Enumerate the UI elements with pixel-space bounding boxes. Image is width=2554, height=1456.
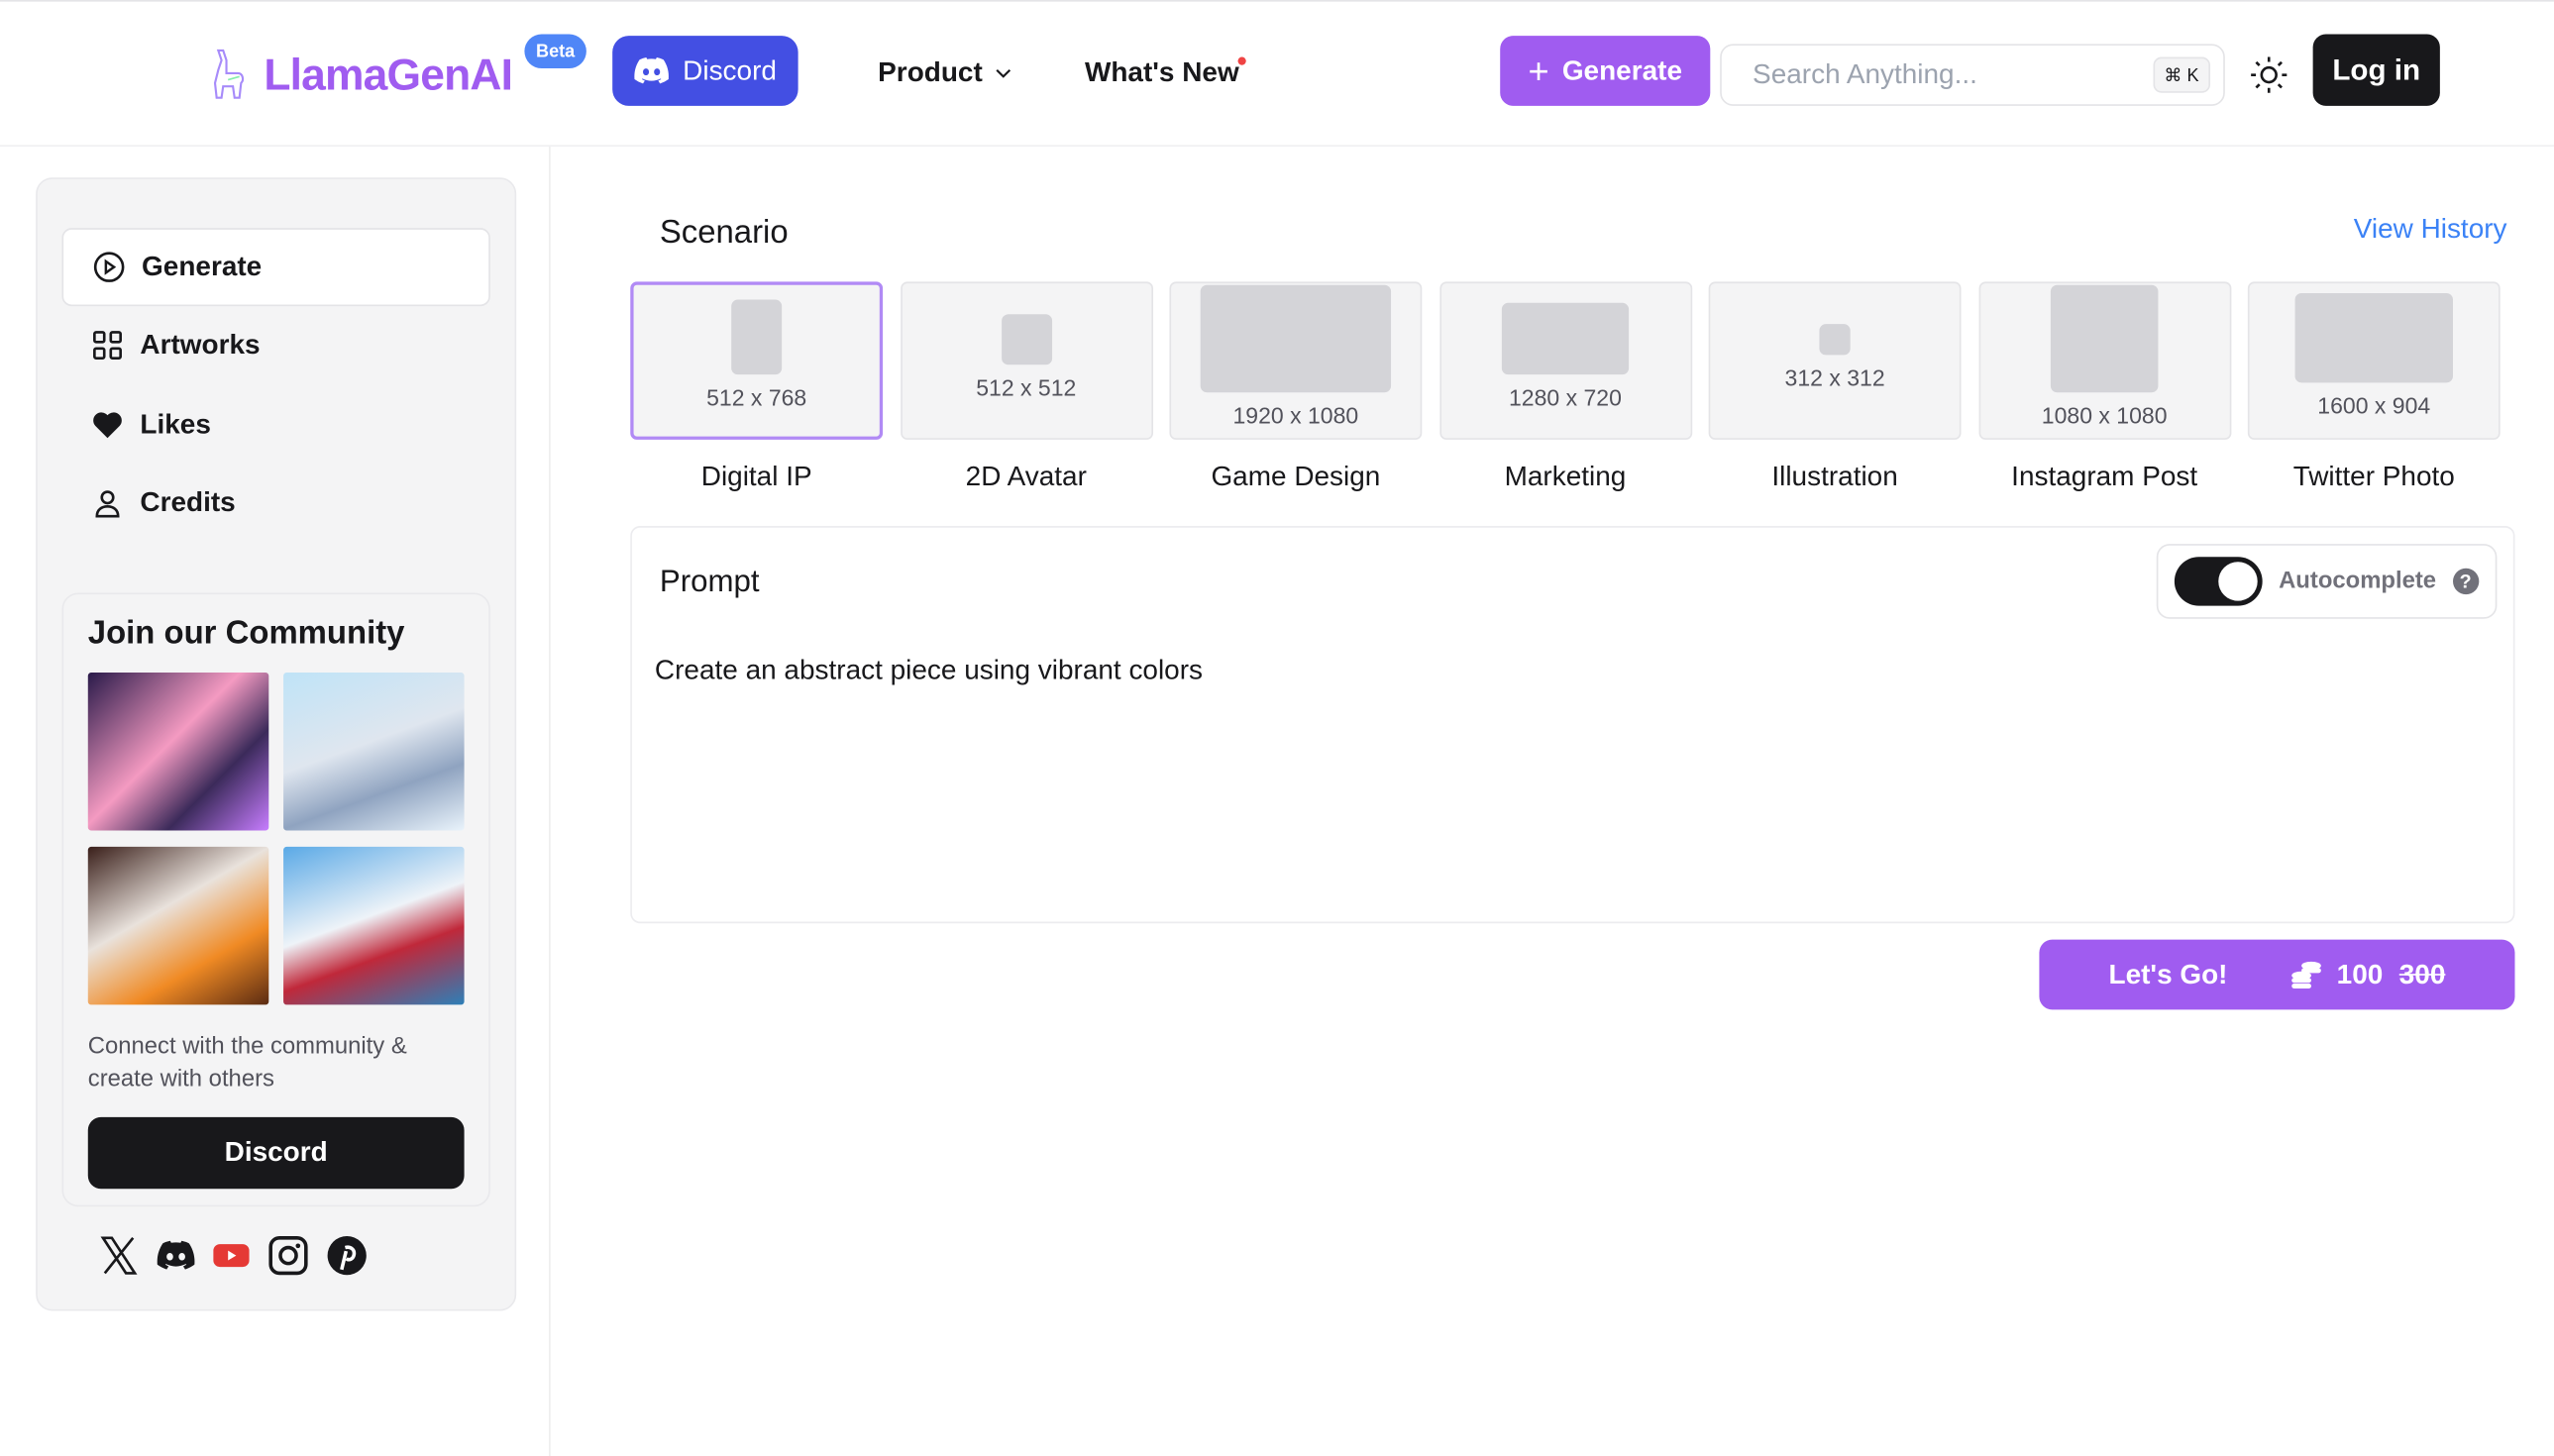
logo-text: LlamaGenAI: [264, 50, 513, 99]
play-circle-icon: [93, 252, 125, 282]
scenario-size: 1280 x 720: [1509, 384, 1622, 411]
scenario-list: 512 x 768 Digital IP 512 x 512 2D Avatar 1…: [630, 281, 2501, 493]
sidebar-item-label: Generate: [142, 251, 263, 282]
social-links: [98, 1234, 369, 1277]
discord-button[interactable]: Discord: [612, 36, 798, 106]
aspect-placeholder: [1001, 314, 1052, 365]
scenario-2d-avatar[interactable]: 512 x 512 2D Avatar: [900, 281, 1153, 493]
whats-new-link[interactable]: What's New: [1084, 56, 1246, 90]
community-image[interactable]: [87, 673, 269, 831]
scenario-size: 512 x 512: [976, 374, 1077, 401]
help-icon[interactable]: ?: [2452, 568, 2479, 595]
scenario-label: Twitter Photo: [2292, 461, 2455, 492]
plus-icon: +: [1528, 50, 1549, 91]
aspect-placeholder: [731, 299, 783, 375]
prompt-textarea[interactable]: Create an abstract piece using vibrant c…: [654, 654, 2480, 899]
discord-label: Discord: [683, 54, 777, 86]
credit-cost: 100: [2336, 958, 2384, 989]
generate-label: Generate: [1561, 54, 1682, 86]
x-icon[interactable]: [98, 1234, 141, 1277]
lets-go-label: Let's Go!: [2108, 958, 2228, 989]
aspect-placeholder: [2294, 292, 2454, 383]
community-discord-button[interactable]: Discord: [87, 1116, 465, 1190]
sidebar-item-likes[interactable]: Likes: [61, 386, 489, 465]
youtube-icon[interactable]: [212, 1234, 251, 1277]
whats-new-label: What's New: [1084, 56, 1239, 88]
divider: [549, 146, 551, 1456]
scenario-game-design[interactable]: 1920 x 1080 Game Design: [1169, 281, 1423, 493]
scenario-size: 1080 x 1080: [2041, 402, 2168, 429]
community-text: Connect with the community & create with…: [87, 1034, 407, 1093]
grid-icon: [93, 331, 122, 361]
community-image[interactable]: [87, 846, 269, 1005]
product-menu[interactable]: Product: [878, 57, 1011, 90]
scenario-illustration[interactable]: 312 x 312 Illustration: [1708, 281, 1962, 493]
sidebar-item-label: Likes: [140, 408, 211, 440]
aspect-placeholder: [1501, 302, 1630, 375]
discord-icon[interactable]: [157, 1234, 195, 1277]
autocomplete-label: Autocomplete: [2279, 568, 2437, 595]
shortcut-badge: ⌘ K: [2152, 56, 2211, 93]
scenario-digital-ip[interactable]: 512 x 768 Digital IP: [630, 281, 884, 493]
product-label: Product: [878, 56, 983, 88]
scenario-size: 312 x 312: [1784, 364, 1885, 391]
community-image[interactable]: [283, 846, 465, 1005]
scenario-label: 2D Avatar: [965, 461, 1087, 492]
sidebar-item-credits[interactable]: Credits: [61, 465, 489, 543]
instagram-icon[interactable]: [267, 1234, 310, 1277]
discord-icon: [634, 56, 670, 84]
scenario-label: Game Design: [1211, 461, 1381, 492]
scenario-size: 1920 x 1080: [1232, 402, 1359, 429]
beta-badge: Beta: [524, 34, 586, 69]
autocomplete-toggle[interactable]: [2174, 557, 2263, 606]
scenario-title: Scenario: [659, 215, 789, 252]
view-history-link[interactable]: View History: [2354, 213, 2507, 246]
header: LlamaGenAI Beta Discord Product What's N…: [0, 2, 2554, 147]
sidebar-item-artworks[interactable]: Artworks: [61, 306, 489, 384]
scenario-label: Illustration: [1771, 461, 1898, 492]
login-button[interactable]: Log in: [2312, 34, 2440, 106]
sidebar-item-generate[interactable]: Generate: [61, 228, 490, 307]
notification-dot: [1237, 56, 1246, 65]
autocomplete-control: Autocomplete ?: [2156, 544, 2498, 619]
original-credit-cost: 300: [2398, 958, 2446, 989]
scenario-size: 512 x 768: [706, 384, 807, 411]
user-icon: [95, 490, 120, 518]
search-input[interactable]: Search Anything... ⌘ K: [1720, 44, 2225, 106]
logo[interactable]: LlamaGenAI: [205, 48, 513, 103]
heart-icon: [93, 412, 122, 439]
llama-logo-icon: [213, 49, 245, 99]
sidebar-item-label: Credits: [140, 486, 236, 518]
sun-icon[interactable]: [2250, 55, 2288, 94]
scenario-label: Instagram Post: [2011, 461, 2198, 492]
lets-go-button[interactable]: Let's Go! 100 300: [2039, 939, 2515, 1010]
search-placeholder: Search Anything...: [1753, 58, 1977, 90]
coins-icon: [2290, 961, 2321, 988]
chevron-down-icon: [996, 68, 1011, 78]
scenario-instagram-post[interactable]: 1080 x 1080 Instagram Post: [1977, 281, 2231, 493]
community-image[interactable]: [283, 673, 465, 831]
aspect-placeholder: [1819, 324, 1851, 356]
aspect-placeholder: [2050, 284, 2159, 393]
prompt-label: Prompt: [659, 565, 760, 600]
aspect-placeholder: [1200, 284, 1392, 393]
scenario-twitter-photo[interactable]: 1600 x 904 Twitter Photo: [2247, 281, 2501, 493]
generate-button[interactable]: + Generate: [1500, 36, 1711, 106]
scenario-label: Marketing: [1504, 461, 1627, 492]
scenario-size: 1600 x 904: [2317, 392, 2431, 419]
sidebar-item-label: Artworks: [140, 329, 261, 361]
scenario-marketing[interactable]: 1280 x 720 Marketing: [1438, 281, 1692, 493]
community-title: Join our Community: [87, 615, 405, 652]
pinterest-icon[interactable]: [326, 1234, 369, 1277]
scenario-label: Digital IP: [700, 461, 812, 492]
